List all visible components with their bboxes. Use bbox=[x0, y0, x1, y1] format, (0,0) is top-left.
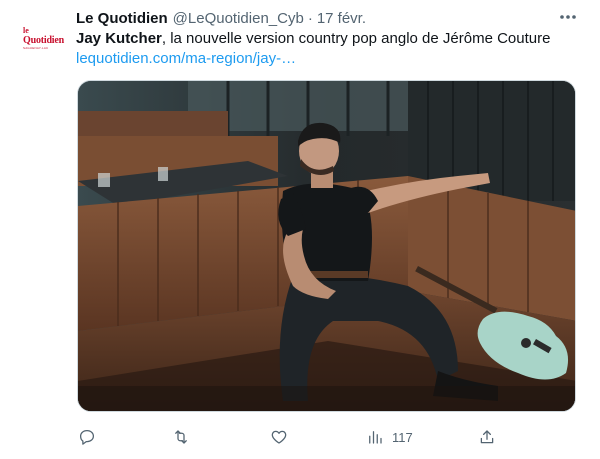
avatar[interactable]: le Quotidien SAGUENAY-LAC bbox=[18, 14, 66, 62]
article-link[interactable]: lequotidien.com/ma-region/jay-… bbox=[76, 49, 296, 69]
retweet-icon bbox=[175, 430, 187, 444]
views-icon bbox=[369, 431, 382, 444]
more-dots-icon bbox=[560, 15, 576, 19]
author-handle[interactable]: @LeQuotidien_Cyb bbox=[173, 10, 304, 27]
separator-dot: · bbox=[307, 9, 313, 27]
logo-subtitle: SAGUENAY-LAC bbox=[23, 45, 49, 50]
views-count: 117 bbox=[392, 429, 413, 445]
action-bar: 117 bbox=[76, 424, 506, 450]
reply-icon bbox=[79, 429, 95, 445]
like-button[interactable] bbox=[270, 424, 288, 450]
logo-le: le bbox=[23, 25, 29, 35]
views-button[interactable]: 117 bbox=[366, 424, 413, 450]
timestamp[interactable]: 17 févr. bbox=[317, 10, 366, 27]
tweet-header: Le Quotidien @LeQuotidien_Cyb · 17 févr. bbox=[76, 8, 366, 28]
tweet-photo[interactable] bbox=[77, 80, 576, 412]
reply-button[interactable] bbox=[78, 424, 96, 450]
photo-image bbox=[78, 81, 575, 411]
tweet-text-bold: Jay Kutcher bbox=[76, 30, 162, 47]
tweet-card[interactable]: le Quotidien SAGUENAY-LAC Le Quotidien @… bbox=[0, 0, 600, 459]
author-name[interactable]: Le Quotidien bbox=[76, 10, 168, 27]
more-options-button[interactable] bbox=[556, 6, 580, 28]
tweet-text: Jay Kutcher, la nouvelle version country… bbox=[76, 29, 586, 49]
retweet-button[interactable] bbox=[172, 424, 190, 450]
share-icon bbox=[480, 430, 494, 444]
tweet-text-rest: , la nouvelle version country pop anglo … bbox=[161, 30, 551, 47]
heart-icon bbox=[271, 430, 287, 444]
share-button[interactable] bbox=[478, 424, 496, 450]
logo-quotidien: Quotidien bbox=[23, 34, 64, 46]
